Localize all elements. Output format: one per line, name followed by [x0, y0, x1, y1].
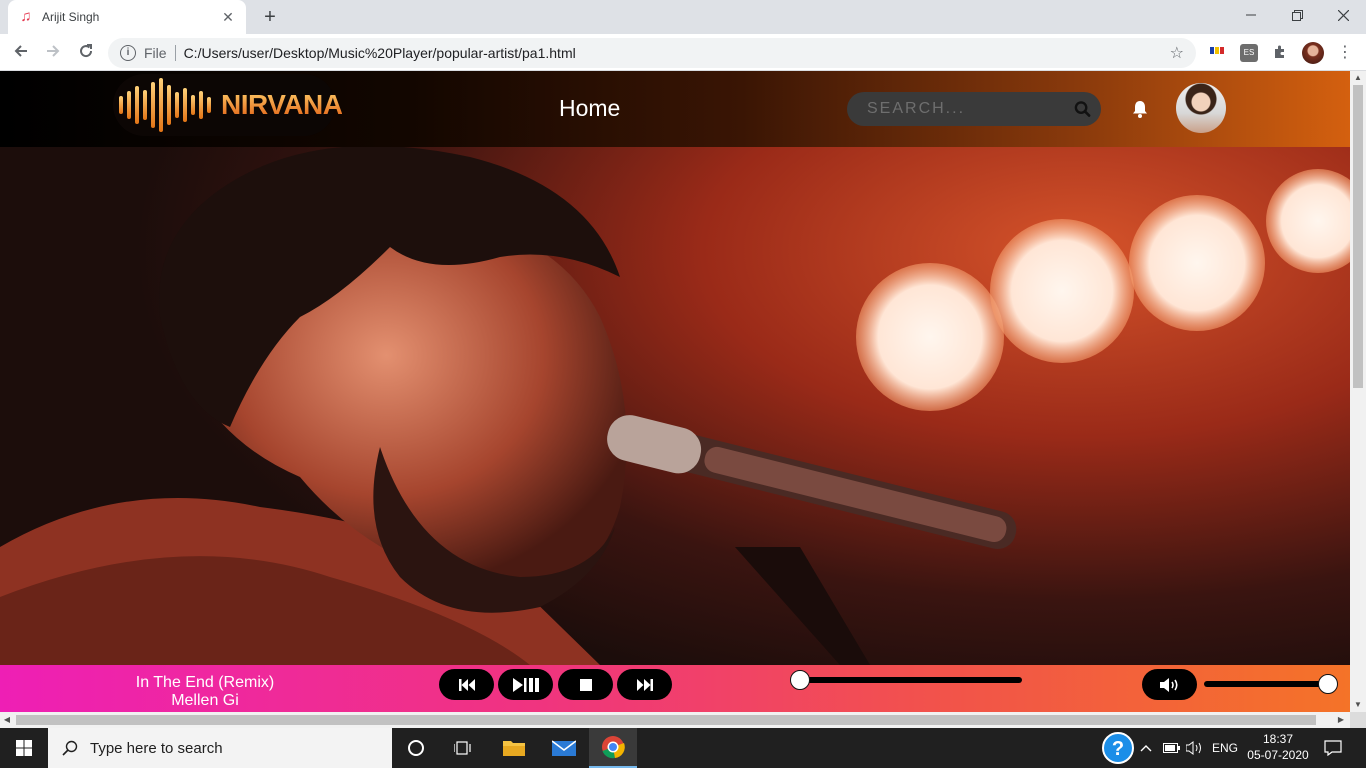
notifications-icon[interactable] — [1324, 728, 1342, 768]
info-icon[interactable]: i — [120, 45, 136, 61]
new-tab-button[interactable]: + — [258, 5, 282, 29]
chrome-icon — [602, 736, 625, 759]
music-player-bar: In The End (Remix) Mellen Gi — [0, 665, 1350, 712]
singer-photo — [0, 147, 1350, 665]
site-header: NIRVANA Home — [0, 71, 1350, 147]
equalizer-logo-icon — [119, 78, 215, 132]
svg-text:?: ? — [1112, 738, 1124, 760]
stop-button[interactable] — [558, 669, 613, 700]
restore-icon — [1291, 9, 1303, 21]
page-viewport: NIRVANA Home SEARCH... In The End (Remix… — [0, 71, 1350, 712]
scroll-down-icon[interactable]: ▼ — [1350, 698, 1366, 712]
user-avatar[interactable] — [1176, 83, 1226, 133]
reload-button[interactable] — [73, 40, 99, 66]
language-indicator[interactable]: ENG — [1212, 728, 1238, 768]
seek-slider-handle[interactable] — [790, 670, 810, 690]
tab-title: Arijit Singh — [42, 10, 100, 24]
bookmark-star-icon[interactable]: ☆ — [1170, 43, 1184, 63]
scrollbar-corner — [1350, 712, 1366, 728]
artist-hero-image — [0, 147, 1350, 665]
windows-taskbar: Type here to search ? ENG 18:37 05-07-20… — [0, 728, 1366, 768]
minimize-icon — [1246, 14, 1256, 16]
cortana-circle-icon — [408, 740, 424, 756]
site-search — [847, 92, 1101, 126]
volume-button[interactable] — [1142, 669, 1197, 700]
address-bar[interactable]: i File C:/Users/user/Desktop/Music%20Pla… — [108, 38, 1196, 68]
menu-kebab-icon[interactable]: ⋮ — [1336, 44, 1354, 62]
scroll-left-icon[interactable]: ◀ — [0, 712, 14, 728]
play-pause-icon — [512, 677, 539, 692]
task-view-icon — [454, 741, 471, 755]
scroll-up-icon[interactable]: ▲ — [1350, 71, 1366, 85]
seek-slider-track[interactable] — [800, 677, 1022, 683]
nav-home-link[interactable]: Home — [559, 95, 620, 122]
speaker-icon[interactable] — [1186, 728, 1204, 768]
clock-date: 05-07-2020 — [1247, 748, 1309, 762]
clock-time: 18:37 — [1262, 732, 1294, 746]
back-button[interactable] — [8, 40, 34, 66]
scroll-right-icon[interactable]: ▶ — [1334, 712, 1348, 728]
minimize-button[interactable] — [1228, 0, 1274, 30]
extension-es-icon[interactable]: ES — [1240, 44, 1258, 62]
now-playing-artist: Mellen Gi — [171, 692, 239, 709]
restore-button[interactable] — [1274, 0, 1320, 30]
browser-toolbar: i File C:/Users/user/Desktop/Music%20Pla… — [0, 34, 1366, 71]
skip-back-icon — [458, 678, 475, 691]
folder-icon — [503, 741, 525, 756]
tray-overflow-chevron-icon[interactable] — [1140, 728, 1152, 768]
forward-button[interactable] — [40, 40, 66, 66]
nirvana-logo[interactable]: NIRVANA — [113, 74, 343, 136]
now-playing-title: In The End (Remix) — [135, 674, 275, 691]
arrow-right-icon — [47, 45, 60, 57]
taskbar-clock[interactable]: 18:37 05-07-2020 — [1240, 731, 1316, 763]
search-icon[interactable] — [1074, 100, 1091, 118]
search-input[interactable] — [867, 100, 1074, 118]
vertical-scroll-thumb[interactable] — [1353, 85, 1363, 388]
mail-icon — [552, 740, 576, 756]
vertical-scrollbar[interactable]: ▲ ▼ — [1350, 71, 1366, 712]
skip-forward-icon — [636, 678, 653, 691]
horizontal-scroll-thumb[interactable] — [16, 715, 1316, 725]
extension-flag-icon[interactable] — [1208, 44, 1226, 62]
help-question-icon: ? — [1102, 732, 1134, 764]
previous-track-button[interactable] — [439, 669, 494, 700]
close-icon — [1337, 9, 1349, 21]
reload-icon — [80, 44, 93, 58]
help-tray-button[interactable]: ? — [1102, 728, 1134, 768]
arrow-left-icon — [14, 45, 27, 57]
url-divider — [174, 45, 176, 61]
taskbar-search-placeholder: Type here to search — [90, 739, 223, 757]
cortana-button[interactable] — [392, 728, 440, 768]
close-tab-icon[interactable]: ✕ — [220, 9, 236, 26]
stop-icon — [579, 678, 592, 691]
volume-icon — [1159, 677, 1178, 692]
browser-tab[interactable]: ♫ Arijit Singh ✕ — [8, 0, 246, 34]
start-button[interactable] — [0, 728, 48, 768]
url-scheme: File — [144, 45, 167, 61]
horizontal-scrollbar[interactable]: ◀ ▶ — [0, 712, 1350, 728]
close-window-button[interactable] — [1320, 0, 1366, 30]
taskbar-search[interactable]: Type here to search — [48, 728, 392, 768]
logo-text: NIRVANA — [221, 89, 343, 120]
url-text[interactable]: C:/Users/user/Desktop/Music%20Player/pop… — [184, 45, 1170, 61]
file-explorer-button[interactable] — [490, 728, 538, 768]
extensions-puzzle-icon[interactable] — [1271, 44, 1289, 62]
browser-tabstrip: ♫ Arijit Singh ✕ + — [0, 0, 1366, 34]
profile-avatar-icon[interactable] — [1302, 42, 1324, 64]
volume-slider-handle[interactable] — [1318, 674, 1338, 694]
task-view-button[interactable] — [440, 728, 488, 768]
mail-button[interactable] — [540, 728, 588, 768]
search-icon — [62, 740, 78, 756]
chrome-taskbar-button[interactable] — [589, 728, 637, 768]
volume-slider-track[interactable] — [1204, 681, 1328, 687]
windows-logo-icon — [16, 740, 32, 756]
bell-icon[interactable] — [1130, 99, 1150, 119]
battery-icon[interactable] — [1163, 728, 1181, 768]
next-track-button[interactable] — [617, 669, 672, 700]
play-pause-button[interactable] — [498, 669, 553, 700]
music-note-icon: ♫ — [20, 8, 32, 25]
